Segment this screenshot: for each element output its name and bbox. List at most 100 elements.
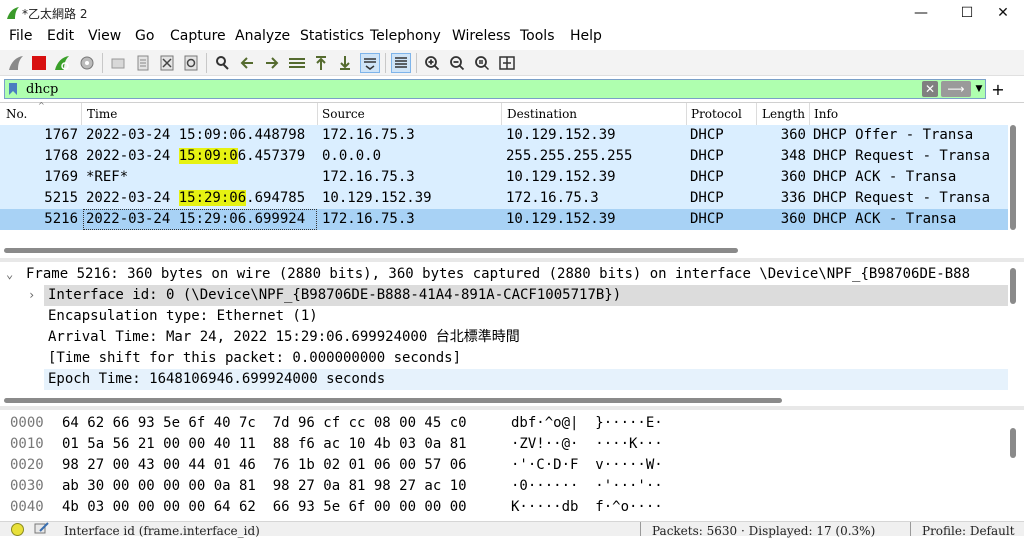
colorize-icon[interactable]	[391, 53, 411, 73]
packet-list-horizontal-scrollbar[interactable]	[4, 248, 738, 253]
packet-cell-source: 0.0.0.0	[322, 148, 382, 164]
packet-cell-source: 172.16.75.3	[322, 169, 415, 185]
bookmark-icon[interactable]	[6, 81, 20, 97]
hex-dump-row[interactable]: 0010 01 5a 56 21 00 00 40 11 88 f6 ac 10 …	[0, 434, 1000, 455]
sort-ascending-icon: ^	[38, 101, 45, 110]
packet-row[interactable]: 1768 2022-03-24 15:09:06.457379 0.0.0.0 255…	[0, 146, 1008, 167]
open-file-icon[interactable]	[108, 53, 128, 73]
collapsed-chevron-right-icon[interactable]: ›	[28, 285, 35, 306]
menu-analyze[interactable]: Analyze	[235, 28, 290, 44]
packet-cell-destination: 172.16.75.3	[506, 190, 599, 206]
menu-wireless[interactable]: Wireless	[452, 28, 511, 44]
hex-dump-offset: 0020	[10, 457, 44, 473]
time-fragment: 2022-03-24	[86, 148, 179, 164]
hex-dump-hex: 98 27 00 43 00 44 01 46 76 1b 02 01 06 0…	[62, 457, 467, 473]
zoom-out-icon[interactable]	[447, 53, 467, 73]
packet-cell-info: DHCP Request - Transa	[813, 148, 991, 164]
zoom-in-icon[interactable]	[422, 53, 442, 73]
resize-columns-icon[interactable]	[497, 53, 517, 73]
packet-list-vertical-scrollbar[interactable]	[1010, 125, 1016, 230]
autoscroll-icon[interactable]	[360, 53, 380, 73]
hex-dump-row[interactable]: 0030 ab 30 00 00 00 00 0a 81 98 27 0a 81 …	[0, 476, 1000, 497]
go-forward-icon[interactable]	[262, 53, 282, 73]
expanded-chevron-down-icon[interactable]: ⌄	[6, 264, 13, 285]
packet-row[interactable]: 5215 2022-03-24 15:29:06.694785 10.129.152…	[0, 188, 1008, 209]
column-divider	[501, 103, 502, 125]
expert-info-indicator-icon[interactable]	[11, 523, 24, 536]
packet-row[interactable]: 5216 2022-03-24 15:29:06.699924 172.16.75.…	[0, 209, 1008, 230]
menu-view[interactable]: View	[88, 28, 121, 44]
focused-cell-outline	[83, 209, 317, 230]
packet-cell-source: 10.129.152.39	[322, 190, 432, 206]
zoom-normal-icon[interactable]	[472, 53, 492, 73]
display-filter-input[interactable]	[22, 79, 902, 99]
packet-cell-no: 5216	[44, 211, 78, 227]
close-button[interactable]: ✕	[980, 0, 1024, 26]
packet-cell-source: 172.16.75.3	[322, 127, 415, 143]
packet-cell-protocol: DHCP	[690, 169, 724, 185]
menu-telephony[interactable]: Telephony	[370, 28, 441, 44]
go-last-icon[interactable]	[335, 53, 355, 73]
column-header-protocol[interactable]: Protocol	[691, 104, 742, 124]
minimize-button[interactable]: —	[898, 0, 944, 26]
go-first-icon[interactable]	[311, 53, 331, 73]
filter-history-chevron-down-icon[interactable]: ▼	[972, 81, 986, 97]
menu-statistics[interactable]: Statistics	[300, 28, 364, 44]
column-header-info[interactable]: Info	[814, 104, 838, 124]
find-packet-icon[interactable]	[212, 53, 232, 73]
go-back-icon[interactable]	[237, 53, 257, 73]
shark-fin-start-icon[interactable]	[6, 53, 26, 73]
packet-cell-info: DHCP Request - Transa	[813, 190, 991, 206]
apply-filter-arrow-icon[interactable]: ⟶	[941, 81, 971, 97]
hex-dump-hex: 01 5a 56 21 00 00 40 11 88 f6 ac 10 4b 0…	[62, 436, 467, 452]
bytes-vertical-scrollbar[interactable]	[1010, 428, 1016, 458]
packet-cell-length: 360	[780, 169, 806, 185]
go-to-packet-icon[interactable]	[287, 53, 307, 73]
packet-cell-destination: 10.129.152.39	[506, 211, 616, 227]
status-divider	[640, 522, 641, 536]
packet-row[interactable]: 1769 *REF* 172.16.75.3 10.129.152.39 DHCP 360…	[0, 167, 1008, 188]
packet-cell-destination: 255.255.255.255	[506, 148, 633, 164]
menu-file[interactable]: File	[9, 28, 32, 44]
menu-edit[interactable]: Edit	[47, 28, 74, 44]
column-header-length[interactable]: Length	[762, 104, 805, 124]
stop-capture-icon[interactable]	[29, 53, 49, 73]
packet-cell-info: DHCP Offer - Transa	[813, 127, 974, 143]
hex-dump-row[interactable]: 0000 64 62 66 93 5e 6f 40 7c 7d 96 cf cc …	[0, 413, 1000, 434]
packet-cell-length: 360	[780, 127, 806, 143]
pane-splitter[interactable]	[0, 406, 1024, 410]
detail-tree-row[interactable]: Arrival Time: Mar 24, 2022 15:29:06.6999…	[44, 327, 1008, 348]
clear-filter-icon[interactable]: ✕	[922, 81, 938, 97]
menu-go[interactable]: Go	[135, 28, 154, 44]
close-file-icon[interactable]	[157, 53, 177, 73]
hex-dump-row[interactable]: 0040 4b 03 00 00 00 00 64 62 66 93 5e 6f …	[0, 497, 1000, 518]
reload-icon[interactable]	[181, 53, 201, 73]
save-file-icon[interactable]	[133, 53, 153, 73]
time-fragment: 6.457379	[237, 148, 306, 164]
menu-help[interactable]: Help	[570, 28, 602, 44]
column-header-source[interactable]: Source	[322, 104, 365, 124]
packet-row[interactable]: 1767 2022-03-24 15:09:06.448798 172.16.75.…	[0, 125, 1008, 146]
hex-dump-row[interactable]: 0020 98 27 00 43 00 44 01 46 76 1b 02 01 …	[0, 455, 1000, 476]
menu-tools[interactable]: Tools	[520, 28, 555, 44]
restart-capture-icon[interactable]	[52, 53, 72, 73]
column-header-no[interactable]: No.	[6, 104, 27, 124]
menu-capture[interactable]: Capture	[170, 28, 226, 44]
detail-tree-row[interactable]: Encapsulation type: Ethernet (1)	[44, 306, 1008, 327]
capture-options-icon[interactable]	[77, 53, 97, 73]
detail-tree-row[interactable]: ⌄ Frame 5216: 360 bytes on wire (2880 bit…	[4, 264, 1008, 285]
add-filter-button-plus-icon[interactable]: +	[990, 79, 1006, 99]
details-vertical-scrollbar[interactable]	[1010, 268, 1016, 304]
detail-tree-row[interactable]: › Interface id: 0 (\Device\NPF_{B98706DE-…	[28, 285, 1008, 306]
packet-cell-time: 2022-03-24 15:09:06.457379	[86, 146, 305, 167]
column-header-destination[interactable]: Destination	[507, 104, 577, 124]
packet-cell-length: 360	[780, 211, 806, 227]
packet-cell-time: *REF*	[86, 169, 129, 185]
capture-comment-pencil-icon[interactable]	[34, 521, 50, 535]
detail-tree-row[interactable]: [Time shift for this packet: 0.000000000…	[44, 348, 1008, 369]
column-divider	[317, 103, 318, 125]
column-header-time[interactable]: Time	[87, 104, 117, 124]
hex-dump-offset: 0010	[10, 436, 44, 452]
details-horizontal-scrollbar[interactable]	[4, 398, 782, 403]
detail-tree-row[interactable]: Epoch Time: 1648106946.699924000 seconds	[44, 369, 1008, 390]
